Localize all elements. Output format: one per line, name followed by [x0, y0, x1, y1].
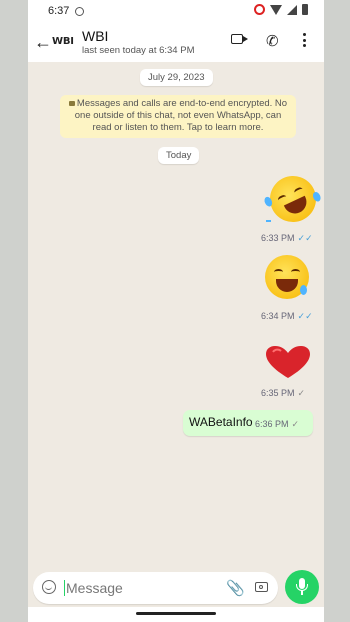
lock-icon	[68, 101, 75, 106]
message-input[interactable]	[66, 579, 206, 597]
encryption-notice-text: Messages and calls are end-to-end encryp…	[74, 98, 288, 133]
chat-header: ← WBI WBI last seen today at 6:34 PM ✆	[28, 24, 324, 62]
status-icons	[254, 4, 308, 15]
microphone-button[interactable]	[285, 570, 319, 604]
sent-tick-icon: ✓	[297, 388, 306, 398]
status-time: 6:37	[48, 5, 70, 17]
read-ticks-icon: ✓✓	[297, 233, 313, 243]
hotspot-icon	[254, 4, 265, 15]
outgoing-message-bubble[interactable]: WABetaInfo 6:36 PM ✓	[183, 410, 313, 436]
encryption-notice[interactable]: Messages and calls are end-to-end encryp…	[60, 95, 296, 138]
rolling-laughing-emoji[interactable]	[262, 168, 324, 230]
contact-name[interactable]: WBI	[82, 28, 108, 44]
phone-screen: 6:37 ← WBI WBI last seen today at 6:34 P…	[28, 0, 324, 622]
gesture-nav-bar	[28, 607, 324, 622]
more-options-icon[interactable]	[303, 33, 307, 50]
signal-icon	[287, 4, 297, 15]
tear-drop-mark	[266, 220, 271, 222]
emoji-icon[interactable]	[42, 580, 56, 594]
battery-icon	[302, 4, 308, 15]
status-bar: 6:37	[28, 0, 324, 24]
contact-avatar[interactable]: WBI	[52, 36, 74, 47]
message-time: 6:33 PM ✓✓	[261, 233, 313, 243]
message-text: WABetaInfo	[189, 415, 253, 429]
read-ticks-icon: ✓✓	[297, 311, 313, 321]
screen-record-icon	[75, 7, 84, 16]
attach-icon[interactable]: 📎	[226, 579, 245, 597]
message-time: 6:36 PM ✓	[255, 419, 300, 429]
back-arrow-icon[interactable]: ←	[34, 33, 52, 51]
message-composer: 📎	[33, 572, 278, 604]
sent-tick-icon: ✓	[291, 419, 300, 429]
home-handle[interactable]	[136, 612, 216, 615]
video-call-icon[interactable]	[231, 34, 248, 44]
text-cursor	[64, 580, 65, 596]
message-time: 6:34 PM ✓✓	[261, 311, 313, 321]
date-divider: July 29, 2023	[140, 69, 213, 86]
last-seen-status: last seen today at 6:34 PM	[82, 45, 195, 56]
camera-icon[interactable]	[255, 582, 268, 592]
red-heart-emoji[interactable]	[265, 345, 311, 379]
grinning-sweat-emoji[interactable]	[265, 255, 309, 299]
wifi-icon	[270, 4, 282, 15]
voice-call-icon[interactable]: ✆	[266, 32, 279, 50]
today-divider: Today	[158, 147, 200, 164]
chat-area[interactable]: July 29, 2023 Messages and calls are end…	[28, 62, 324, 572]
message-time: 6:35 PM ✓	[261, 388, 306, 398]
